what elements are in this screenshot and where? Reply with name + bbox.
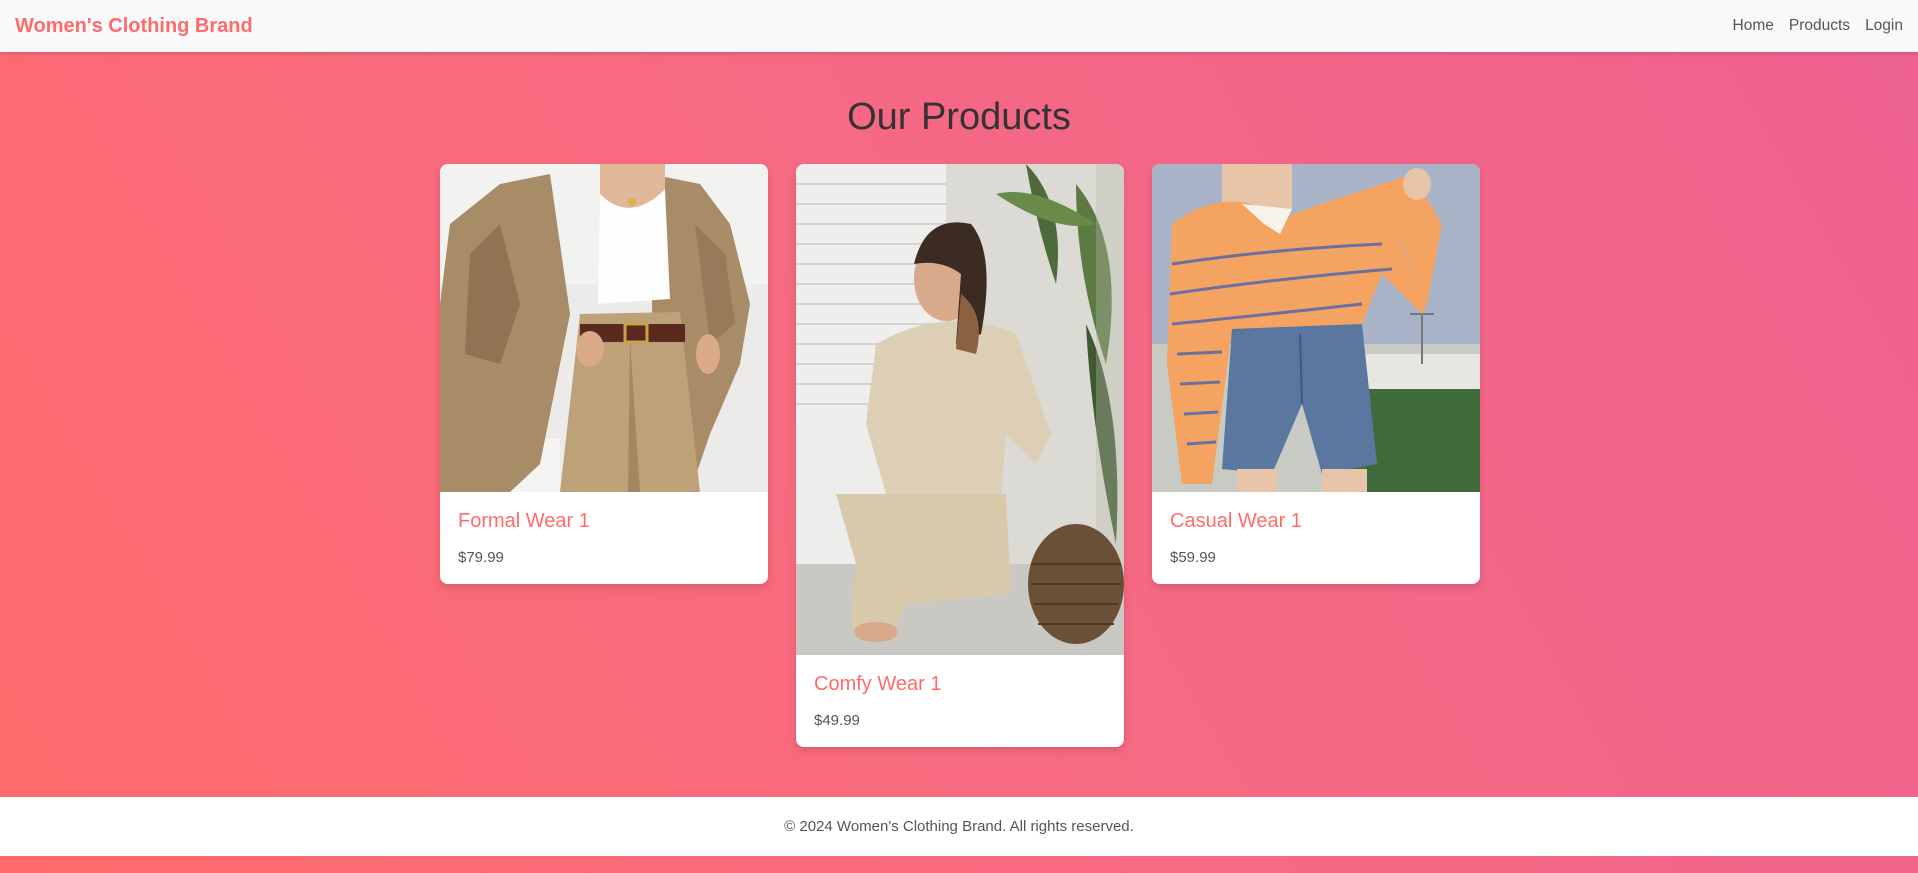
product-image-comfy-wear xyxy=(796,164,1124,655)
product-image-formal-wear xyxy=(440,164,768,492)
nav-link-products[interactable]: Products xyxy=(1789,17,1850,35)
product-name: Formal Wear 1 xyxy=(458,510,590,532)
product-card-comfy-wear[interactable]: Comfy Wear 1 $49.99 xyxy=(796,164,1124,747)
product-price: $79.99 xyxy=(458,549,504,566)
product-name: Comfy Wear 1 xyxy=(814,673,942,695)
product-card-casual-wear[interactable]: Casual Wear 1 $59.99 xyxy=(1152,164,1480,584)
nav-link-home[interactable]: Home xyxy=(1733,17,1774,35)
product-card-body: Comfy Wear 1 $49.99 xyxy=(796,655,1124,747)
nav-link-login[interactable]: Login xyxy=(1865,17,1903,35)
product-price: $49.99 xyxy=(814,712,860,729)
product-card-body: Casual Wear 1 $59.99 xyxy=(1152,492,1480,584)
product-card-formal-wear[interactable]: Formal Wear 1 $79.99 xyxy=(440,164,768,584)
page-title: Our Products xyxy=(847,96,1071,138)
footer: © 2024 Women's Clothing Brand. All right… xyxy=(0,797,1918,856)
footer-copyright: © 2024 Women's Clothing Brand. All right… xyxy=(784,818,1134,835)
brand-logo-link[interactable]: Women's Clothing Brand xyxy=(15,15,253,38)
navbar: Women's Clothing Brand Home Products Log… xyxy=(0,0,1918,52)
product-price: $59.99 xyxy=(1170,549,1216,566)
nav-links: Home Products Login xyxy=(1718,17,1903,35)
product-card-body: Formal Wear 1 $79.99 xyxy=(440,492,768,584)
product-image-casual-wear xyxy=(1152,164,1480,492)
product-name: Casual Wear 1 xyxy=(1170,510,1302,532)
